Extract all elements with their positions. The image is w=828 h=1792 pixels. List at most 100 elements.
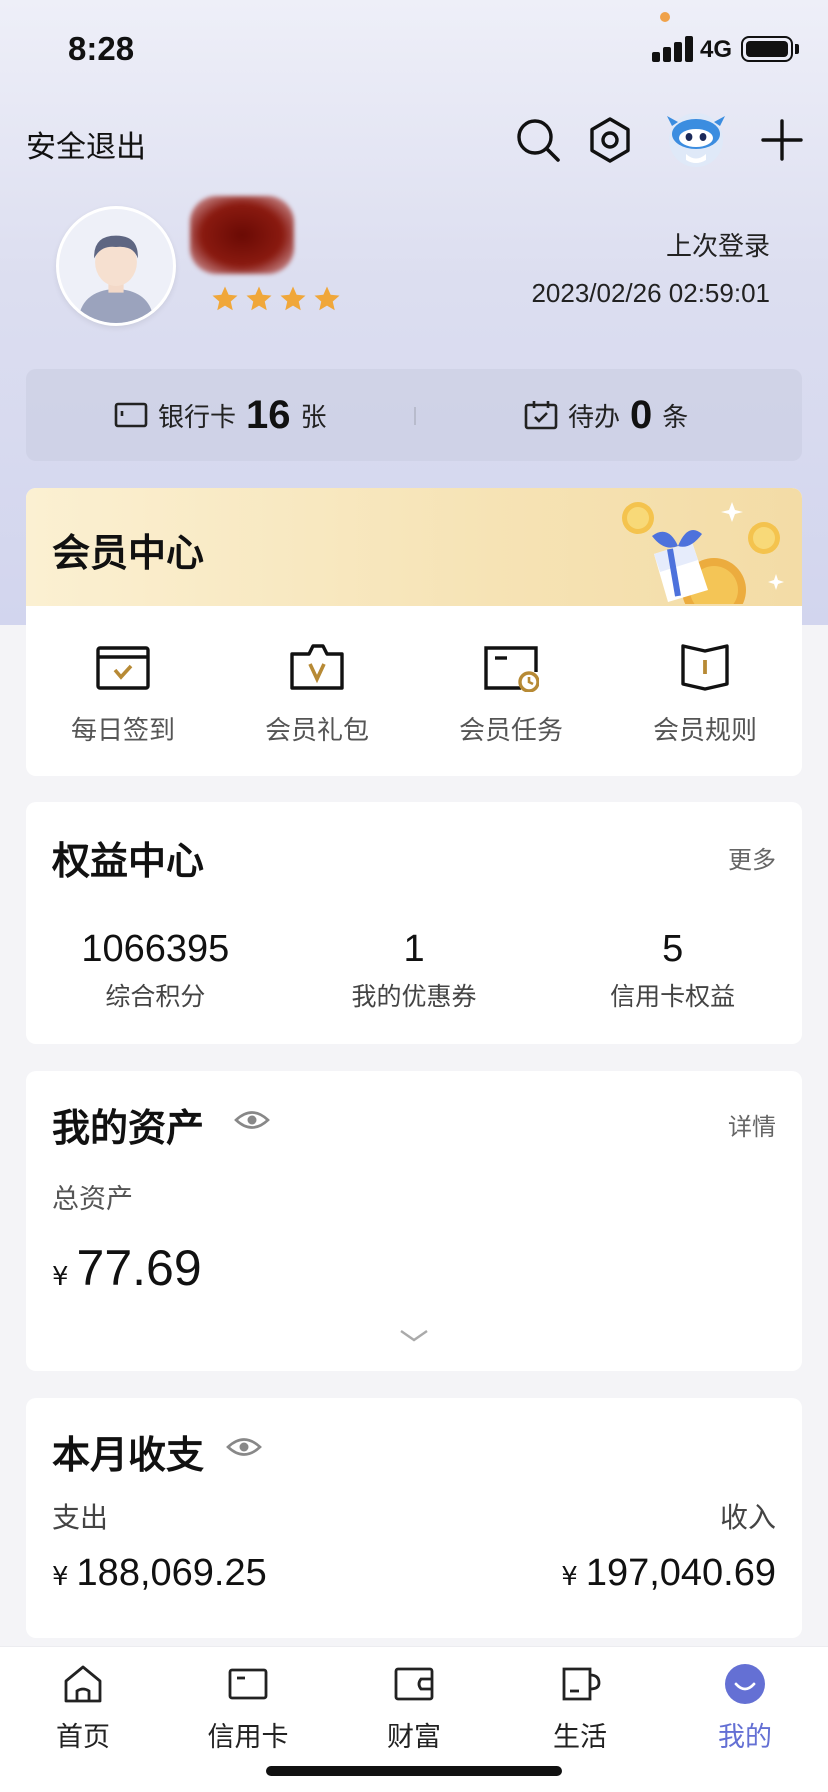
income-amount: ¥ 197,040.69 bbox=[561, 1552, 776, 1595]
total-assets-value: 77.69 bbox=[76, 1240, 202, 1296]
member-task-button[interactable]: 会员任务 bbox=[414, 606, 608, 776]
points-stat[interactable]: 1066395 综合积分 bbox=[26, 928, 285, 1013]
tab-life[interactable]: 生活 bbox=[520, 1663, 640, 1754]
bank-cards-count: 16 bbox=[246, 392, 291, 437]
currency-symbol: ¥ bbox=[52, 1562, 69, 1592]
daily-checkin-icon bbox=[96, 646, 150, 690]
battery-icon bbox=[741, 36, 793, 62]
member-actions: 每日签到 会员礼包 会员任务 会员规则 bbox=[26, 606, 802, 776]
rights-stats: 1066395 综合积分 1 我的优惠券 5 信用卡权益 bbox=[26, 928, 802, 1013]
member-center-card: 会员中心 每日签到 会员礼包 会员任务 会员规则 bbox=[26, 488, 802, 776]
redacted-username bbox=[190, 196, 294, 274]
status-bar: 8:28 4G bbox=[0, 0, 828, 100]
star-icon bbox=[212, 286, 238, 311]
home-indicator bbox=[266, 1766, 562, 1776]
top-header: 安全退出 bbox=[0, 108, 828, 172]
logout-button[interactable]: 安全退出 bbox=[26, 122, 146, 166]
todo-calendar-icon bbox=[524, 401, 558, 430]
star-icon bbox=[314, 286, 340, 311]
add-icon[interactable] bbox=[756, 114, 808, 166]
tab-label: 我的 bbox=[718, 1722, 772, 1753]
credit-card-rights-value: 5 bbox=[662, 928, 684, 970]
gift-coins-illustration bbox=[622, 502, 784, 604]
todo-entry[interactable]: 待办 0 条 bbox=[524, 369, 688, 461]
member-item-label: 会员任务 bbox=[458, 716, 563, 746]
signal-icon bbox=[652, 36, 702, 62]
todo-unit: 条 bbox=[662, 402, 689, 433]
privacy-indicator bbox=[660, 12, 670, 22]
tab-label: 生活 bbox=[553, 1722, 607, 1753]
credit-card-icon bbox=[228, 1668, 268, 1700]
credit-card-rights-stat[interactable]: 5 信用卡权益 bbox=[543, 928, 802, 1013]
network-label: 4G bbox=[700, 36, 733, 63]
tab-label: 首页 bbox=[56, 1722, 110, 1753]
monthly-title: 本月收支 bbox=[52, 1433, 205, 1477]
currency-symbol: ¥ bbox=[561, 1562, 578, 1592]
divider bbox=[414, 407, 416, 425]
account-summary-bar: 银行卡 16 张 待办 0 条 bbox=[26, 369, 802, 461]
daily-checkin-button[interactable]: 每日签到 bbox=[26, 606, 220, 776]
member-star-rating bbox=[210, 284, 342, 314]
wallet-icon bbox=[394, 1667, 434, 1701]
tab-mine[interactable]: 我的 bbox=[685, 1663, 805, 1754]
tab-label: 信用卡 bbox=[207, 1722, 289, 1753]
member-task-icon bbox=[484, 646, 539, 692]
income-value: 197,040.69 bbox=[585, 1552, 776, 1594]
status-time: 8:28 bbox=[68, 30, 135, 67]
last-login-time: 2023/02/26 02:59:01 bbox=[531, 278, 770, 308]
income-label: 收入 bbox=[719, 1501, 776, 1534]
tab-home[interactable]: 首页 bbox=[23, 1663, 143, 1754]
gift-package-icon bbox=[290, 644, 344, 690]
bank-cards-label: 银行卡 bbox=[158, 402, 237, 433]
chevron-down-icon[interactable] bbox=[399, 1329, 429, 1343]
points-value: 1066395 bbox=[81, 928, 230, 970]
search-icon[interactable] bbox=[512, 114, 564, 166]
star-icon bbox=[280, 286, 306, 311]
tab-credit-card[interactable]: 信用卡 bbox=[188, 1663, 308, 1754]
expense-amount: ¥ 188,069.25 bbox=[52, 1552, 267, 1595]
monthly-income-expense-card: 本月收支 支出 收入 ¥ 188,069.25 ¥ 197,040.69 bbox=[26, 1398, 802, 1638]
coupons-label: 我的优惠券 bbox=[351, 982, 477, 1011]
avatar[interactable] bbox=[56, 206, 176, 326]
assets-detail-link[interactable]: 详情 bbox=[728, 1107, 776, 1142]
member-rules-button[interactable]: 会员规则 bbox=[608, 606, 802, 776]
assistant-mascot-icon[interactable] bbox=[664, 108, 728, 168]
battery-tip bbox=[795, 44, 799, 54]
tab-wealth[interactable]: 财富 bbox=[354, 1663, 474, 1754]
currency-symbol: ¥ bbox=[52, 1262, 69, 1292]
todo-count: 0 bbox=[630, 392, 653, 437]
coupons-stat[interactable]: 1 我的优惠券 bbox=[285, 928, 544, 1013]
bank-cards-entry[interactable]: 银行卡 16 张 bbox=[114, 369, 327, 461]
cup-icon bbox=[562, 1667, 601, 1701]
gift-package-button[interactable]: 会员礼包 bbox=[220, 606, 414, 776]
credit-card-rights-label: 信用卡权益 bbox=[610, 982, 736, 1011]
total-assets-amount: ¥ 77.69 bbox=[52, 1239, 202, 1297]
star-icon bbox=[246, 286, 272, 311]
coupons-value: 1 bbox=[403, 928, 425, 970]
member-item-label: 会员规则 bbox=[652, 716, 757, 746]
eye-icon[interactable] bbox=[234, 1109, 270, 1131]
total-assets-label: 总资产 bbox=[52, 1184, 133, 1215]
bank-cards-unit: 张 bbox=[300, 402, 327, 433]
points-label: 综合积分 bbox=[105, 982, 206, 1011]
member-center-title: 会员中心 bbox=[52, 531, 205, 575]
expense-value: 188,069.25 bbox=[76, 1552, 267, 1594]
bank-card-icon bbox=[114, 402, 148, 428]
rights-center-card: 权益中心 更多 1066395 综合积分 1 我的优惠券 5 信用卡权益 bbox=[26, 802, 802, 1044]
todo-label: 待办 bbox=[568, 402, 621, 433]
tab-label: 财富 bbox=[387, 1722, 441, 1753]
eye-icon[interactable] bbox=[226, 1436, 262, 1458]
user-avatar-icon bbox=[59, 209, 173, 323]
member-item-label: 每日签到 bbox=[70, 716, 175, 746]
last-login-label: 上次登录 bbox=[665, 232, 770, 262]
settings-icon[interactable] bbox=[584, 114, 636, 166]
home-icon bbox=[64, 1665, 102, 1703]
member-center-header[interactable]: 会员中心 bbox=[26, 488, 802, 606]
my-assets-card: 我的资产 详情 总资产 ¥ 77.69 bbox=[26, 1071, 802, 1371]
expense-label: 支出 bbox=[52, 1501, 109, 1534]
rights-center-title: 权益中心 bbox=[52, 839, 205, 883]
rights-more-link[interactable]: 更多 bbox=[728, 840, 776, 875]
member-item-label: 会员礼包 bbox=[264, 716, 369, 746]
member-rules-icon bbox=[681, 644, 729, 691]
my-assets-title: 我的资产 bbox=[52, 1106, 205, 1150]
